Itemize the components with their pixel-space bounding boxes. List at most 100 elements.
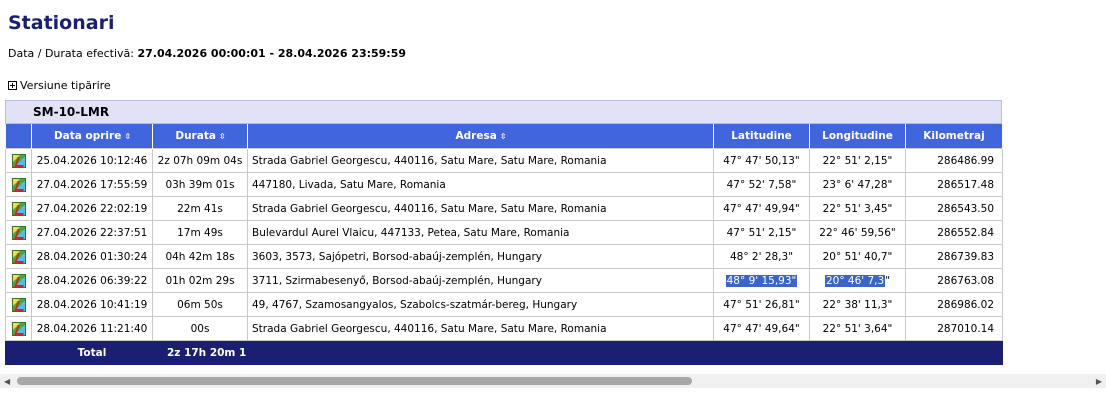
column-header-mileage: Kilometraj [905, 124, 1003, 149]
map-icon[interactable] [11, 249, 26, 264]
total-duration: 2z 17h 20m 12s [152, 340, 248, 365]
cell-date: 28.04.2026 06:39:22 [31, 268, 153, 293]
horizontal-scrollbar[interactable]: ◀ ▶ [0, 374, 1106, 388]
map-link-cell[interactable] [5, 316, 32, 341]
map-link-cell[interactable] [5, 172, 32, 197]
cell-address: 3711, Szirmabesenyő, Borsod-abaúj-zemplé… [247, 268, 714, 293]
map-icon[interactable] [11, 321, 26, 336]
cell-duration: 01h 02m 29s [152, 268, 248, 293]
cell-lat: 48° 2' 28,3" [713, 244, 810, 269]
vehicle-header: SM-10-LMR [5, 100, 1002, 124]
cell-km: 286543.50 [905, 196, 1003, 221]
cell-lon: 22° 51' 3,45" [809, 196, 906, 221]
column-header-longitude: Longitudine [809, 124, 906, 149]
cell-km: 287010.14 [905, 316, 1003, 341]
map-icon[interactable] [11, 201, 26, 216]
cell-km: 286739.83 [905, 244, 1003, 269]
cell-km: 286552.84 [905, 220, 1003, 245]
cell-date: 27.04.2026 22:02:19 [31, 196, 153, 221]
cell-address: 3603, 3573, Sajópetri, Borsod-abaúj-zemp… [247, 244, 714, 269]
column-header-latitude: Latitudine [713, 124, 810, 149]
cell-lat: 48° 9' 15,93" [713, 268, 810, 293]
cell-km: 286517.48 [905, 172, 1003, 197]
cell-km: 286486.99 [905, 148, 1003, 173]
cell-lat: 47° 51' 26,81" [713, 292, 810, 317]
table-row: 27.04.2026 22:37:51 17m 49s Bulevardul Aur… [5, 220, 1003, 245]
map-link-cell[interactable] [5, 148, 32, 173]
table-row: 28.04.2026 11:21:40 00s Strada Gabriel Geo… [5, 316, 1003, 341]
cell-address: Strada Gabriel Georgescu, 440116, Satu M… [247, 148, 714, 173]
cell-date: 28.04.2026 10:41:19 [31, 292, 153, 317]
table-row: 28.04.2026 10:41:19 06m 50s 49, 4767, Szam… [5, 292, 1003, 317]
stops-report: SM-10-LMR Data oprire ⇳ Durata ⇳ Adresa ⇳ Lati… [5, 100, 1003, 365]
scrollbar-thumb[interactable] [17, 377, 692, 385]
table-row: 28.04.2026 01:30:24 04h 42m 18s 3603, 3573… [5, 244, 1003, 269]
cell-duration: 04h 42m 18s [152, 244, 248, 269]
map-icon[interactable] [11, 297, 26, 312]
map-link-cell[interactable] [5, 220, 32, 245]
total-row: Total 2z 17h 20m 12s [5, 340, 1003, 365]
map-icon[interactable] [11, 225, 26, 240]
sort-icon[interactable]: ⇳ [500, 132, 507, 141]
cell-km: 286986.02 [905, 292, 1003, 317]
sort-icon[interactable]: ⇳ [219, 132, 226, 141]
cell-lat: 47° 51' 2,15" [713, 220, 810, 245]
selected-text: 20° 46' 7,3 [824, 274, 886, 287]
column-header-address[interactable]: Adresa ⇳ [247, 124, 714, 149]
cell-lon: 23° 6' 47,28" [809, 172, 906, 197]
column-header-label: Adresa [455, 130, 497, 142]
column-header-label: Kilometraj [923, 130, 985, 142]
sort-icon[interactable]: ⇳ [124, 132, 131, 141]
table-header-row: Data oprire ⇳ Durata ⇳ Adresa ⇳ Latitudine Long… [5, 124, 1003, 149]
column-header-label: Latitudine [731, 130, 792, 142]
cell-duration: 17m 49s [152, 220, 248, 245]
cell-km: 286763.08 [905, 268, 1003, 293]
stops-table: Data oprire ⇳ Durata ⇳ Adresa ⇳ Latitudine Long… [5, 124, 1003, 365]
total-empty-lat [713, 340, 810, 365]
period-label: Data / Durata efectivă: [8, 47, 135, 60]
cell-lon: 22° 51' 2,15" [809, 148, 906, 173]
cell-address: 49, 4767, Szamosangyalos, Szabolcs-szatm… [247, 292, 714, 317]
cell-lat: 47° 52' 7,58" [713, 172, 810, 197]
column-header-icon [5, 124, 32, 149]
map-link-cell[interactable] [5, 196, 32, 221]
table-row: 25.04.2026 10:12:46 2z 07h 09m 04s Strada … [5, 148, 1003, 173]
cell-duration: 03h 39m 01s [152, 172, 248, 197]
column-header-label: Durata [175, 130, 216, 142]
column-header-duration[interactable]: Durata ⇳ [152, 124, 248, 149]
print-version-label[interactable]: Versiune tipărire [20, 79, 111, 92]
total-label: Total [31, 340, 153, 365]
map-icon[interactable] [11, 153, 26, 168]
cell-duration: 06m 50s [152, 292, 248, 317]
plus-box-icon[interactable] [8, 81, 17, 90]
map-link-cell[interactable] [5, 244, 32, 269]
map-icon[interactable] [11, 177, 26, 192]
cell-address: Strada Gabriel Georgescu, 440116, Satu M… [247, 316, 714, 341]
cell-date: 28.04.2026 11:21:40 [31, 316, 153, 341]
scroll-right-arrow-icon[interactable]: ▶ [1096, 377, 1102, 386]
total-empty-address [247, 340, 714, 365]
column-header-label: Longitudine [822, 130, 893, 142]
scroll-left-arrow-icon[interactable]: ◀ [4, 377, 10, 386]
print-version-link[interactable]: Versiune tipărire [8, 79, 111, 92]
total-empty-lon [809, 340, 906, 365]
total-spacer [5, 340, 32, 365]
cell-lon: 20° 46' 7,3" [809, 268, 906, 293]
unselected-quote: " [885, 274, 891, 287]
map-link-cell[interactable] [5, 292, 32, 317]
table-row: 27.04.2026 17:55:59 03h 39m 01s 447180, Li… [5, 172, 1003, 197]
cell-address: Strada Gabriel Georgescu, 440116, Satu M… [247, 196, 714, 221]
cell-lat: 47° 47' 49,64" [713, 316, 810, 341]
column-header-date[interactable]: Data oprire ⇳ [31, 124, 153, 149]
cell-lon: 22° 38' 11,3" [809, 292, 906, 317]
period-info: Data / Durata efectivă: 27.04.2026 00:00… [8, 47, 406, 60]
map-icon[interactable] [11, 273, 26, 288]
total-empty-km [905, 340, 1003, 365]
cell-lat: 47° 47' 50,13" [713, 148, 810, 173]
map-link-cell[interactable] [5, 268, 32, 293]
selected-text: 48° 9' 15,93" [725, 274, 798, 287]
cell-lat: 47° 47' 49,94" [713, 196, 810, 221]
cell-address: 447180, Livada, Satu Mare, Romania [247, 172, 714, 197]
cell-date: 27.04.2026 22:37:51 [31, 220, 153, 245]
table-row: 27.04.2026 22:02:19 22m 41s Strada Gabriel… [5, 196, 1003, 221]
